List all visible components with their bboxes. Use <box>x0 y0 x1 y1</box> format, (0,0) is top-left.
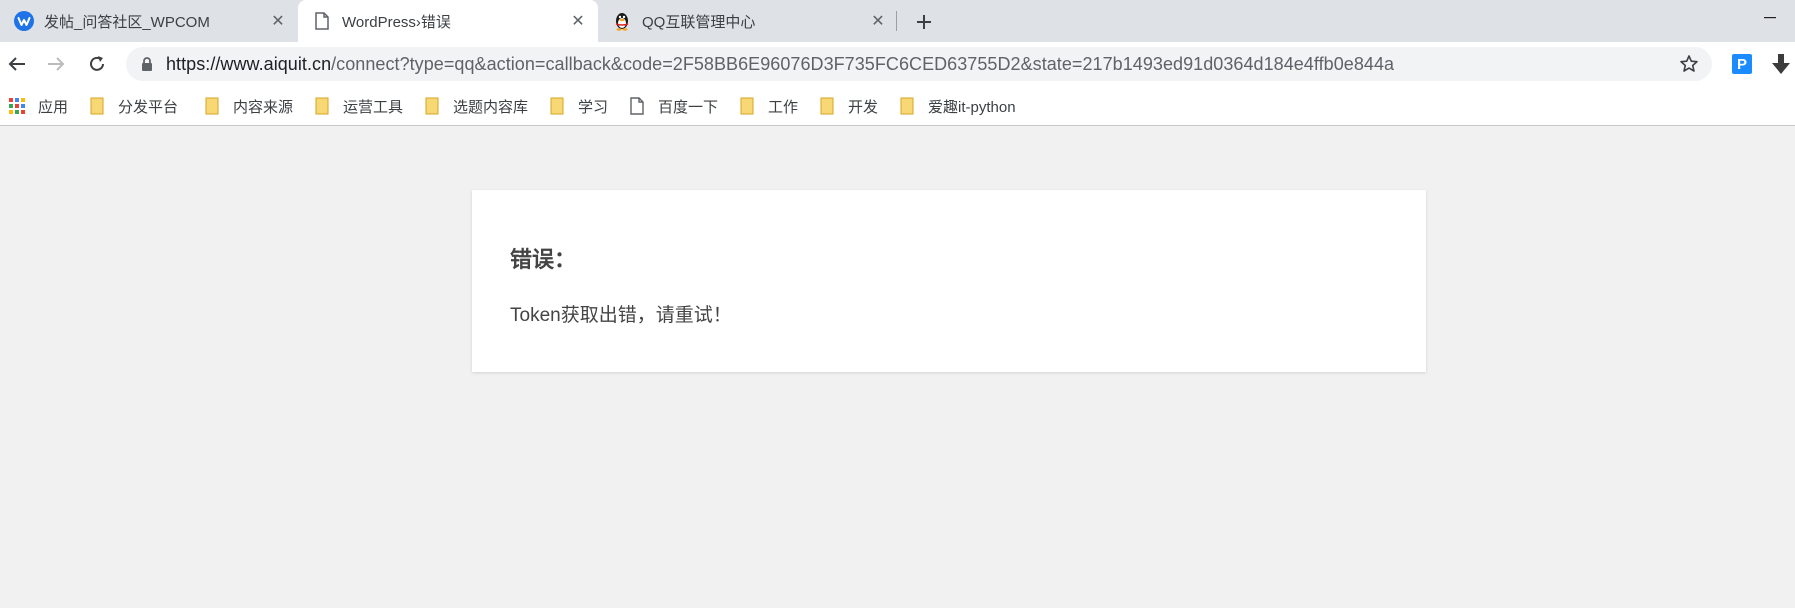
url-text[interactable]: https://www.aiquit.cn/connect?type=qq&ac… <box>166 54 1394 75</box>
folder-icon <box>548 97 566 115</box>
close-tab-icon[interactable]: ✕ <box>268 11 288 31</box>
folder-icon <box>898 97 916 115</box>
bookmark-label: 开发 <box>848 98 879 116</box>
apps-grid-icon <box>8 97 26 115</box>
bookmark-folder-topic-library[interactable]: 选题内容库 <box>423 94 528 118</box>
new-tab-button[interactable] <box>910 8 938 36</box>
bookmark-label: 工作 <box>768 98 799 116</box>
folder-icon <box>423 97 441 115</box>
tab-wpcom[interactable]: 发帖_问答社区_WPCOM ✕ <box>0 0 298 42</box>
error-card: 错误： Token获取出错，请重试！ <box>472 190 1426 372</box>
bookmark-label: 爱趣it-python <box>928 98 1016 116</box>
plus-icon <box>917 15 931 29</box>
wpcom-logo-icon <box>14 11 34 31</box>
document-icon <box>312 11 332 31</box>
bookmark-folder-dev[interactable]: 开发 <box>818 94 878 118</box>
bookmark-label: 学习 <box>578 98 609 116</box>
folder-icon <box>818 97 836 115</box>
lock-icon[interactable] <box>140 56 154 72</box>
tab-title: WordPress›错误 <box>342 13 451 31</box>
bookmark-star-icon[interactable] <box>1678 53 1700 75</box>
bookmark-folder-work[interactable]: 工作 <box>738 94 798 118</box>
bookmark-folder-distribution[interactable]: 分发平台 <box>88 94 178 118</box>
qq-penguin-icon <box>612 11 632 31</box>
bookmark-label: 百度一下 <box>658 98 719 116</box>
bookmark-folder-ops-tools[interactable]: 运营工具 <box>313 94 403 118</box>
minimize-window-button[interactable] <box>1755 6 1785 30</box>
bookmark-label: 内容来源 <box>233 98 294 116</box>
reload-icon <box>90 56 104 71</box>
bookmark-baidu[interactable]: 百度一下 <box>628 94 718 118</box>
folder-icon <box>313 97 331 115</box>
bookmarks-bar: 应用 分发平台 内容来源 运营工具 选题内容库 学习 百度一下 工作 开发 爱趣… <box>0 86 1795 126</box>
folder-icon <box>88 97 106 115</box>
bookmark-folder-study[interactable]: 学习 <box>548 94 608 118</box>
url-host: https://www.aiquit.cn <box>166 53 332 74</box>
bookmark-folder-aiquit-python[interactable]: 爱趣it-python <box>898 94 1016 118</box>
bookmark-label: 分发平台 <box>118 98 179 116</box>
bookmark-folder-content-sources[interactable]: 内容来源 <box>203 94 293 118</box>
tab-qq-connect[interactable]: QQ互联管理中心 ✕ <box>598 0 898 42</box>
error-message: Token获取出错，请重试！ <box>510 305 732 326</box>
back-button[interactable] <box>3 50 31 78</box>
forward-button[interactable] <box>42 50 70 78</box>
minimize-icon <box>1764 17 1776 19</box>
extension-p-button[interactable]: P <box>1732 54 1752 74</box>
tab-strip: 发帖_问答社区_WPCOM ✕ WordPress›错误 ✕ QQ互联管理中心 … <box>0 0 1795 42</box>
arrow-left-icon <box>8 57 25 71</box>
reload-button[interactable] <box>83 50 111 78</box>
address-bar[interactable]: https://www.aiquit.cn/connect?type=qq&ac… <box>126 47 1712 81</box>
folder-icon <box>203 97 221 115</box>
error-title: 错误： <box>510 247 577 272</box>
folder-icon <box>738 97 756 115</box>
bookmark-label: 运营工具 <box>343 98 404 116</box>
download-arrow-icon[interactable] <box>1770 52 1792 76</box>
arrow-right-icon <box>48 57 65 71</box>
bookmark-label: 应用 <box>38 98 69 116</box>
url-path: /connect?type=qq&action=callback&code=2F… <box>331 53 1395 74</box>
close-tab-icon[interactable]: ✕ <box>568 11 588 31</box>
browser-toolbar: https://www.aiquit.cn/connect?type=qq&ac… <box>0 42 1795 86</box>
tab-title: 发帖_问答社区_WPCOM <box>44 13 210 31</box>
tab-title: QQ互联管理中心 <box>642 13 756 31</box>
tab-wordpress-error[interactable]: WordPress›错误 ✕ <box>298 0 598 42</box>
bookmark-label: 选题内容库 <box>453 98 529 116</box>
bookmark-apps[interactable]: 应用 <box>8 94 68 118</box>
page-icon <box>628 97 646 115</box>
tab-separator <box>896 11 897 31</box>
close-tab-icon[interactable]: ✕ <box>868 11 888 31</box>
